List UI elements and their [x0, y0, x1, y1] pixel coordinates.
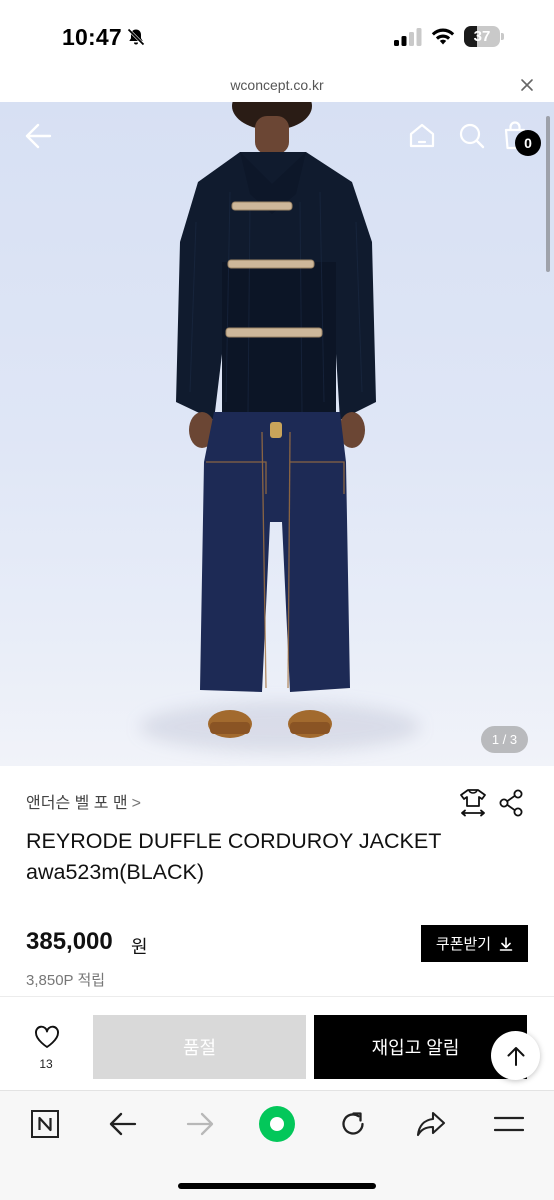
size-guide-icon[interactable]	[459, 788, 487, 818]
download-icon	[499, 936, 513, 951]
product-price: 385,000	[26, 928, 113, 955]
soldout-button[interactable]: 품절	[93, 1015, 306, 1079]
status-time: 10:47	[62, 24, 122, 50]
url-text[interactable]: wconcept.co.kr	[0, 77, 554, 93]
product-title: REYRODE DUFFLE CORDUROY JACKET awa523m(B…	[26, 829, 441, 884]
scroll-to-top-button[interactable]	[491, 1031, 540, 1080]
wifi-icon	[431, 28, 455, 45]
search-icon[interactable]	[458, 122, 486, 150]
scrollbar[interactable]	[546, 116, 550, 272]
battery-icon: 37	[464, 26, 504, 47]
close-icon[interactable]	[520, 78, 534, 92]
home-icon[interactable]	[408, 122, 436, 150]
like-count: 13	[39, 1057, 53, 1071]
back-icon[interactable]	[109, 1111, 137, 1137]
brand-link[interactable]: 앤더슨 벨 포 맨 >	[26, 789, 141, 813]
back-arrow-icon[interactable]	[24, 122, 52, 150]
hero-navigation: 0	[0, 102, 554, 166]
price-unit: 원	[131, 937, 148, 957]
cart-count-badge[interactable]: 0	[515, 130, 541, 156]
image-counter: 1 / 3	[481, 726, 528, 753]
product-image[interactable]: 0 1 / 3	[0, 102, 554, 766]
naver-n-icon[interactable]	[30, 1109, 60, 1139]
bell-slash-icon	[127, 28, 145, 46]
share-arrow-icon[interactable]	[416, 1111, 446, 1137]
battery-level: 37	[473, 28, 491, 45]
share-icon[interactable]	[498, 789, 524, 817]
chevron-right-icon: >	[131, 795, 141, 812]
refresh-icon[interactable]	[339, 1110, 367, 1138]
arrow-up-icon	[507, 1046, 524, 1066]
forward-icon[interactable]	[186, 1111, 214, 1137]
browser-url-bar[interactable]: wconcept.co.kr	[0, 72, 554, 102]
coupon-label: 쿠폰받기	[435, 936, 492, 953]
signal-icon	[394, 28, 422, 46]
status-bar: 10:47 37	[0, 0, 554, 72]
brand-name[interactable]: 앤더슨 벨 포 맨	[26, 795, 128, 812]
coupon-download-button[interactable]: 쿠폰받기	[421, 925, 528, 962]
naver-green-dot-icon[interactable]	[258, 1105, 296, 1143]
menu-icon[interactable]	[494, 1115, 524, 1133]
model-figure	[176, 102, 376, 738]
purchase-action-bar: 13 품절 재입고 알림	[0, 996, 554, 1090]
heart-icon[interactable]	[34, 1025, 60, 1049]
reward-points: 3,850P 적립	[26, 972, 106, 989]
home-indicator	[178, 1183, 376, 1189]
